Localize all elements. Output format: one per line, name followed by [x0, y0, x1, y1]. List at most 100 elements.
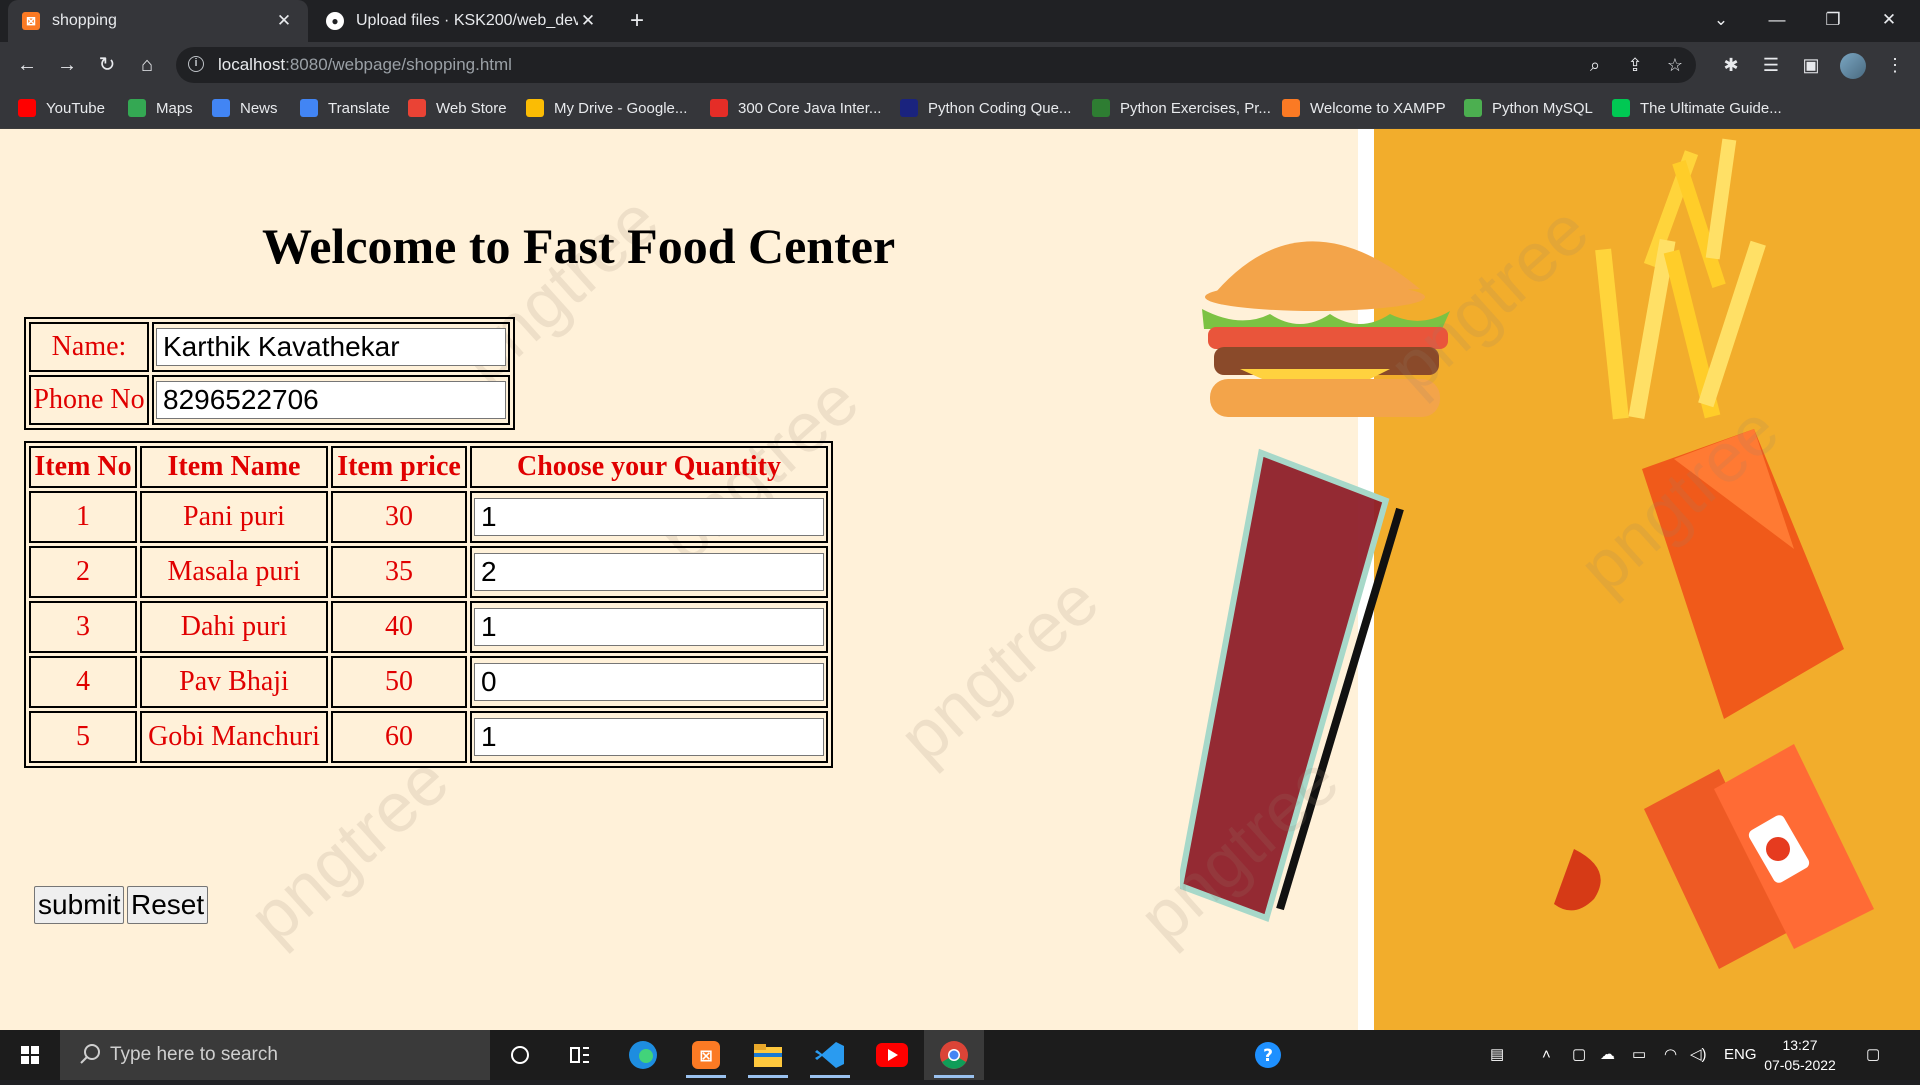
quantity-input[interactable] — [474, 663, 824, 701]
back-icon[interactable]: ← — [12, 50, 42, 80]
bookmark-label: Python Coding Que... — [928, 99, 1072, 117]
page-content: pngtree pngtree pngtree pngtree pngtree … — [0, 129, 1920, 1030]
avatar[interactable] — [1838, 50, 1868, 80]
minimize-button[interactable]: — — [1754, 0, 1800, 42]
clock[interactable]: 13:27 07-05-2022 — [1764, 1035, 1836, 1075]
svg-text:⊠: ⊠ — [699, 1046, 712, 1065]
bookmark-item[interactable]: Python Exercises, Pr... — [1092, 88, 1271, 128]
side-panel-icon[interactable]: ▣ — [1796, 50, 1826, 80]
search-placeholder: Type here to search — [110, 1044, 278, 1065]
item-no-cell: 4 — [29, 656, 137, 708]
reset-button[interactable]: Reset — [127, 886, 209, 924]
reading-list-icon[interactable]: ☰ — [1756, 50, 1786, 80]
tab-strip: ⊠ shopping ✕ ● Upload files · KSK200/web… — [0, 0, 1920, 42]
table-row: 3 Dahi puri 40 — [29, 601, 828, 653]
onedrive-icon[interactable]: ☁ — [1600, 1030, 1615, 1080]
site-info-icon[interactable]: i — [188, 56, 204, 72]
bookmark-label: YouTube — [46, 99, 105, 117]
quantity-input[interactable] — [474, 608, 824, 646]
bookmark-label: 300 Core Java Inter... — [738, 99, 882, 117]
vscode-icon[interactable] — [800, 1030, 860, 1080]
extensions-icon[interactable]: ✱ — [1716, 50, 1746, 80]
task-view-cortana-icon[interactable] — [490, 1030, 550, 1080]
forward-icon[interactable]: → — [52, 50, 82, 80]
bookmark-label: The Ultimate Guide... — [1640, 99, 1782, 117]
close-tab-icon[interactable]: ✕ — [274, 11, 294, 31]
bookmark-item[interactable]: My Drive - Google... — [526, 88, 687, 128]
new-tab-button[interactable]: + — [620, 0, 654, 42]
wifi-icon[interactable]: ◠ — [1664, 1030, 1677, 1080]
help-icon[interactable]: ? — [1238, 1030, 1298, 1080]
volume-icon[interactable]: ◁) — [1690, 1030, 1707, 1080]
bookmark-item[interactable]: Python MySQL — [1464, 88, 1593, 128]
quantity-input[interactable] — [474, 498, 824, 536]
bookmark-item[interactable]: Web Store — [408, 88, 507, 128]
bookmark-item[interactable]: 300 Core Java Inter... — [710, 88, 881, 128]
notifications-icon[interactable]: ▢ — [1866, 1030, 1880, 1080]
table-row: 2 Masala puri 35 — [29, 546, 828, 598]
bookmark-item[interactable]: YouTube — [18, 88, 105, 128]
battery-icon[interactable]: ▭ — [1632, 1030, 1646, 1080]
menu-header-row: Item No Item Name Item price Choose your… — [29, 446, 828, 488]
bookmark-item[interactable]: Translate — [300, 88, 390, 128]
reload-icon[interactable]: ↻ — [92, 50, 122, 80]
windows-logo-icon — [21, 1046, 39, 1064]
tab-title: shopping — [52, 12, 117, 29]
bookmark-item[interactable]: Welcome to XAMPP — [1282, 88, 1446, 128]
submit-button[interactable]: submit — [34, 886, 125, 924]
start-button[interactable] — [0, 1030, 60, 1080]
quantity-cell — [470, 601, 828, 653]
item-price-cell: 50 — [331, 656, 467, 708]
bookmark-label: Translate — [328, 99, 390, 117]
share-icon[interactable]: ⇪ — [1620, 50, 1650, 80]
item-name-cell: Pani puri — [140, 491, 328, 543]
task-view-icon[interactable] — [550, 1030, 610, 1080]
language-indicator[interactable]: ENG — [1724, 1030, 1757, 1080]
phone-row: Phone No — [29, 375, 510, 425]
xampp-taskbar-icon[interactable]: ⊠ — [676, 1030, 736, 1080]
table-row: 1 Pani puri 30 — [29, 491, 828, 543]
search-icon — [80, 1044, 100, 1064]
translate-icon — [300, 99, 318, 117]
youtube-app-icon[interactable] — [862, 1030, 922, 1080]
url-text[interactable]: localhost:8080/webpage/shopping.html — [218, 55, 512, 75]
bookmark-label: My Drive - Google... — [554, 99, 688, 117]
bookmark-item[interactable]: The Ultimate Guide... — [1612, 88, 1782, 128]
name-label: Name: — [29, 322, 149, 372]
tab-upload-files[interactable]: ● Upload files · KSK200/web_develo ✕ — [312, 0, 612, 42]
bookmark-item[interactable]: Maps — [128, 88, 193, 128]
check-icon — [1612, 99, 1630, 117]
chrome-icon[interactable] — [924, 1030, 984, 1080]
bookmark-star-icon[interactable]: ☆ — [1660, 50, 1690, 80]
menu-kebab-icon[interactable]: ⋮ — [1880, 50, 1910, 80]
url-host: localhost — [218, 55, 286, 74]
taskbar-search[interactable]: Type here to search — [60, 1030, 490, 1080]
tab-search-icon[interactable]: ⌄ — [1698, 0, 1744, 42]
phone-input[interactable] — [156, 381, 506, 419]
file-explorer-icon[interactable] — [738, 1030, 798, 1080]
quantity-cell — [470, 491, 828, 543]
w3-icon — [1092, 99, 1110, 117]
zoom-icon[interactable]: ⌕ — [1580, 50, 1610, 80]
show-hidden-icons-chevron[interactable]: ˄ — [1542, 1030, 1551, 1080]
restore-button[interactable]: ❐ — [1810, 0, 1856, 42]
quantity-cell — [470, 546, 828, 598]
close-window-button[interactable]: ✕ — [1866, 0, 1912, 42]
edge-icon[interactable] — [613, 1030, 673, 1080]
home-icon[interactable]: ⌂ — [132, 50, 162, 80]
address-bar[interactable]: i localhost:8080/webpage/shopping.html ⌕… — [176, 47, 1696, 83]
meet-now-icon[interactable]: ▢ — [1572, 1030, 1586, 1080]
bracket-icon — [900, 99, 918, 117]
news-widget-icon[interactable]: ▤ — [1490, 1030, 1504, 1080]
item-no-cell: 1 — [29, 491, 137, 543]
close-tab-icon[interactable]: ✕ — [578, 11, 598, 31]
bookmark-item[interactable]: Python Coding Que... — [900, 88, 1071, 128]
tab-shopping[interactable]: ⊠ shopping ✕ — [8, 0, 308, 42]
page-title: Welcome to Fast Food Center — [262, 218, 896, 274]
bookmark-item[interactable]: News — [212, 88, 278, 128]
quantity-input[interactable] — [474, 553, 824, 591]
maps-icon — [128, 99, 146, 117]
bookmark-label: Python MySQL — [1492, 99, 1593, 117]
name-input[interactable] — [156, 328, 506, 366]
quantity-input[interactable] — [474, 718, 824, 756]
